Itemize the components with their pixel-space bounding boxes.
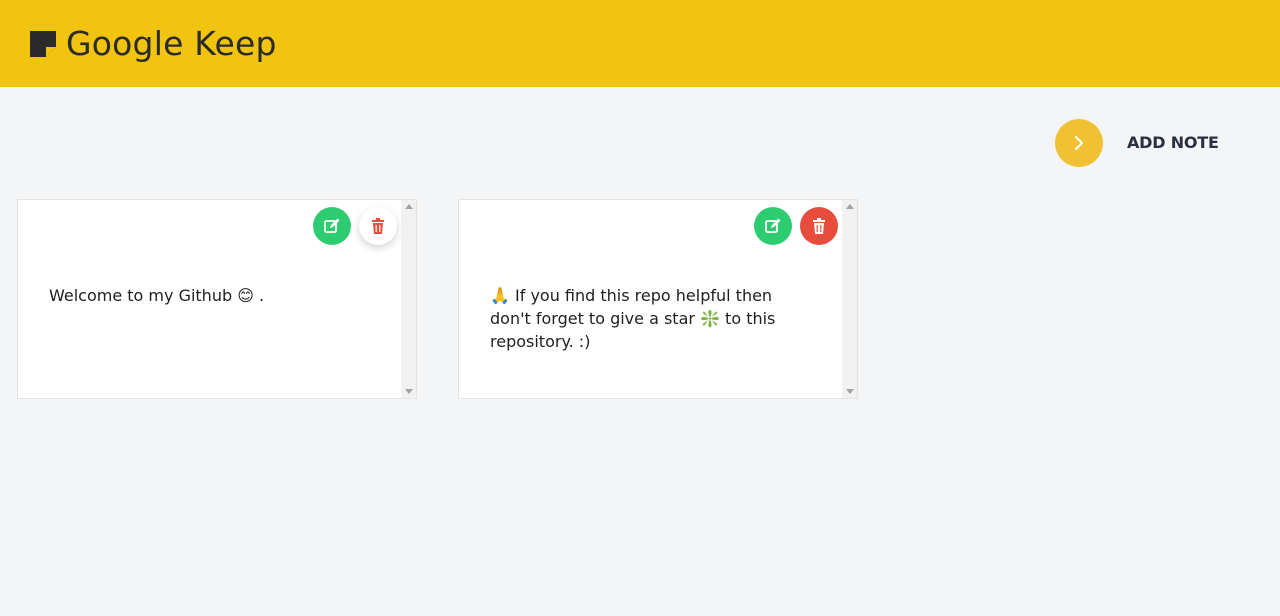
note-card: 🙏 If you find this repo helpful then don… [458,199,858,399]
app-header: Google Keep [0,0,1280,87]
scroll-up-arrow[interactable] [405,204,413,209]
edit-icon [324,218,340,233]
note-scrollbar[interactable] [401,200,416,398]
trash-icon [813,218,825,234]
add-note-button[interactable] [1055,119,1103,167]
note-card: Welcome to my Github 😊 . [17,199,417,399]
chevron-right-icon [1075,136,1083,150]
edit-note-button[interactable] [754,207,792,245]
delete-note-button[interactable] [359,207,397,245]
edit-icon [765,218,781,233]
scroll-down-arrow[interactable] [405,389,413,394]
scroll-up-arrow[interactable] [846,204,854,209]
note-scrollbar[interactable] [842,200,857,398]
note-text[interactable]: 🙏 If you find this repo helpful then don… [490,284,790,353]
scroll-down-arrow[interactable] [846,389,854,394]
sticky-note-icon [30,31,56,57]
trash-icon [372,218,384,234]
add-note-label[interactable]: ADD NOTE [1127,133,1219,152]
note-text[interactable]: Welcome to my Github 😊 . [49,284,349,307]
delete-note-button[interactable] [800,207,838,245]
edit-note-button[interactable] [313,207,351,245]
app-title: Google Keep [66,24,277,63]
